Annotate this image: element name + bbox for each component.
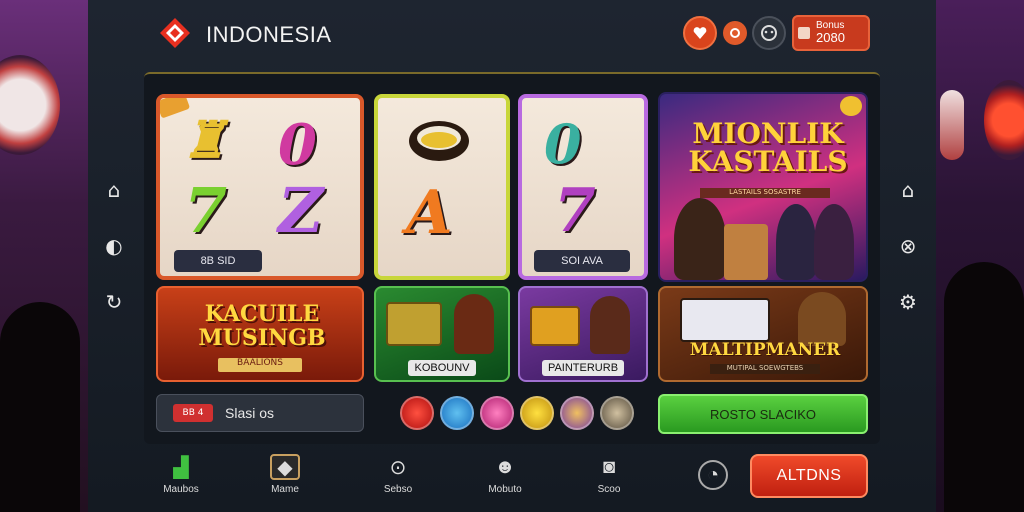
host-figure <box>798 292 846 346</box>
gear-icon[interactable]: ⚙ <box>896 290 920 314</box>
reel-symbol: 7 <box>554 176 596 246</box>
chip-icon[interactable] <box>400 396 434 430</box>
host-figure <box>776 204 816 280</box>
camera-icon: ◙ <box>602 455 616 478</box>
game-caption: PAINTERURB <box>541 360 625 376</box>
promo-button[interactable]: ROSTO SLACIKO <box>658 394 868 434</box>
spinner-icon: ◔ <box>698 460 728 490</box>
check-icon[interactable] <box>440 396 474 430</box>
header: INDONESIA Bonus 2080 <box>88 0 936 70</box>
history-icon[interactable]: ◐ <box>102 234 126 258</box>
host-figure <box>814 204 854 280</box>
nav-label: Sebso <box>383 484 413 495</box>
nav-label: Mobuto <box>488 484 522 495</box>
search-icon: ⊙ <box>389 456 407 479</box>
profile-icon-button[interactable] <box>752 16 786 50</box>
search-text: Slasi os <box>225 405 275 421</box>
host-figure <box>454 294 494 354</box>
board-figure <box>724 224 768 280</box>
host-figure <box>590 296 630 354</box>
gift-icon <box>730 28 740 38</box>
game-tile[interactable]: MALTIPMANER MUTIPAL SOEWGTEBS <box>658 286 868 382</box>
balance-value: 2080 <box>816 30 845 45</box>
chart-icon: ▟ <box>173 456 189 479</box>
trophy-icon[interactable] <box>520 396 554 430</box>
reel-symbol: 7 <box>184 174 228 247</box>
spinner-icon-button[interactable]: ◔ <box>678 460 748 494</box>
reel-symbol: Z <box>278 174 324 247</box>
game-tile[interactable]: KACUILE MUSINGB BAALIONS <box>156 286 364 382</box>
nav-label: Scoo <box>597 484 621 495</box>
chip-icon[interactable] <box>480 396 514 430</box>
background-person <box>0 302 80 512</box>
nav-item-mame[interactable]: ◆ Mame <box>250 454 320 495</box>
host-figure <box>674 198 726 280</box>
slot-game-tile[interactable]: ♜ 0 7 Z 8B SID <box>156 94 364 280</box>
nav-item-sebso[interactable]: ⊙ Sebso <box>363 454 433 496</box>
game-lobby: INDONESIA Bonus 2080 ⌂ ◐ ↻ ⌂ ⊗ ⚙ ♜ 0 7 Z… <box>88 0 936 512</box>
brand-name: INDONESIA <box>206 22 332 47</box>
slot-label: 8B SID <box>174 250 262 272</box>
home-icon[interactable]: ⌂ <box>102 178 126 202</box>
gift-icon-button[interactable] <box>723 21 747 45</box>
promo-icon-button[interactable] <box>683 16 717 50</box>
mascot-icon[interactable] <box>600 396 634 430</box>
background-light <box>940 90 964 160</box>
balance-badge[interactable]: Bonus 2080 <box>792 15 870 51</box>
game-subtitle: BAALIONS <box>218 358 302 372</box>
refresh-icon[interactable]: ↻ <box>102 290 126 314</box>
game-caption: KOBOUNV <box>408 360 476 376</box>
featured-game-tile[interactable]: MIONLIK KASTAILS LASTAILS SOSASTRE <box>658 92 868 282</box>
cta-button[interactable]: ALTDNS <box>750 454 868 498</box>
game-subtitle: MUTIPAL SOEWGTEBS <box>710 364 820 374</box>
featured-title: MIONLIK KASTAILS <box>688 117 848 178</box>
reel-symbol: ♜ <box>182 110 227 169</box>
logo-icon <box>160 18 190 48</box>
nav-item-scoo[interactable]: ◙ Scoo <box>574 454 644 496</box>
home-icon[interactable]: ⌂ <box>896 178 920 202</box>
card-table-icon <box>680 298 770 342</box>
reel-symbol: 0 <box>278 112 317 178</box>
coin-icon[interactable] <box>560 396 594 430</box>
slot-machine-icon <box>386 302 442 346</box>
search-box[interactable]: BB 4 Slasi os <box>156 394 364 432</box>
background-person <box>944 262 1024 512</box>
users-icon: ☻ <box>494 455 516 478</box>
reel-symbol: A <box>406 178 453 248</box>
nav-label: Maubos <box>163 484 199 495</box>
close-icon[interactable]: ⊗ <box>896 234 920 258</box>
game-tile[interactable]: PAINTERURB <box>518 286 648 382</box>
featured-subtitle: LASTAILS SOSASTRE <box>700 188 830 198</box>
slot-label: SOI AVA <box>534 250 630 272</box>
slot-game-tile[interactable]: A <box>374 94 510 280</box>
nav-label: Mame <box>271 484 299 495</box>
game-grid: ♜ 0 7 Z 8B SID A 0 7 SOI AVA MIONLIK KAS… <box>144 72 880 444</box>
face-icon <box>761 25 777 41</box>
heart-icon <box>693 27 707 39</box>
wallet-icon <box>798 27 810 39</box>
game-title: MALTIPMANER <box>689 340 841 360</box>
nav-item-maubos[interactable]: ▟ Maubos <box>146 454 216 496</box>
slot-game-tile[interactable]: 0 7 SOI AVA <box>518 94 648 280</box>
badge-icon <box>840 96 862 116</box>
cards-icon: ◆ <box>270 454 300 480</box>
search-badge: BB 4 <box>173 404 213 422</box>
game-title: KACUILE MUSINGB <box>198 301 326 351</box>
nav-item-mobuto[interactable]: ☻ Mobuto <box>470 454 540 496</box>
slot-machine-icon <box>530 306 580 346</box>
reel-symbol: 0 <box>544 112 582 176</box>
coin-icon <box>409 121 469 161</box>
game-tile[interactable]: KOBOUNV <box>374 286 510 382</box>
